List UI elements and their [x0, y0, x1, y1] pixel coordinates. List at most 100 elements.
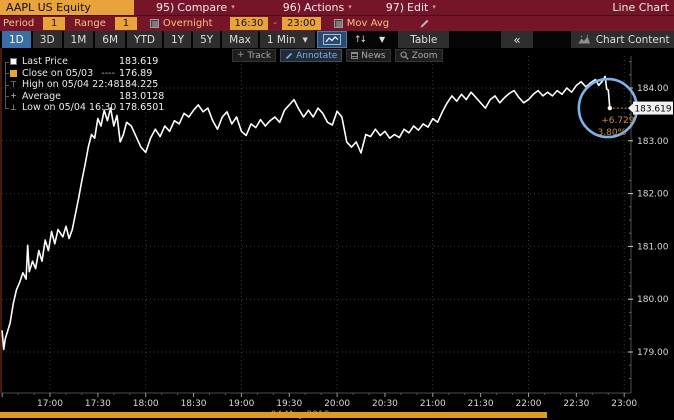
time-range-dash: - — [273, 18, 277, 29]
menu-label: Compare — [177, 1, 227, 14]
legend-label: High on 05/04 22:48 — [22, 80, 119, 90]
legend-value: 184.225 — [119, 80, 158, 90]
legend-value: 183.619 — [119, 57, 158, 67]
title-bar: AAPL US Equity 95) Compare ▾ 96) Actions… — [0, 0, 674, 15]
legend-row-average[interactable]: + Average 183.0128 — [3, 91, 164, 103]
zoom-label: Zoom — [412, 51, 438, 61]
y-axis-tick-label[interactable]: 183.00 — [637, 137, 669, 147]
legend-value: 176.89 — [119, 69, 152, 79]
legend-row-last-price[interactable]: Last Price 183.619 — [3, 56, 164, 68]
chart-panel: 17:00 17:30 18:00 18:30 19:00 19:30 20:00 20:30… — [0, 48, 674, 420]
annotate-label: Annotate — [296, 51, 337, 61]
end-time-input[interactable]: 23:00 — [282, 17, 321, 30]
y-axis-tick-label[interactable]: 180.00 — [637, 295, 669, 305]
menu-edit[interactable]: 97) Edit ▾ — [386, 1, 436, 14]
horizontal-scrollbar[interactable] — [0, 412, 547, 418]
chart-content-button[interactable]: Chart Content — [571, 31, 674, 48]
x-axis-tick-label[interactable]: 20:30 — [372, 399, 398, 409]
tab-range-5y[interactable]: 5Y — [193, 31, 220, 48]
x-axis-tick-label[interactable]: 22:30 — [563, 399, 589, 409]
news-button[interactable]: News — [346, 49, 390, 62]
bloomberg-chart-window: AAPL US Equity 95) Compare ▾ 96) Actions… — [0, 0, 674, 420]
x-axis-tick-label[interactable]: 20:00 — [324, 399, 350, 409]
tab-range-1y[interactable]: 1Y — [164, 31, 191, 48]
legend-label: Low on 05/04 16:30 — [22, 103, 119, 113]
news-label: News — [361, 51, 385, 61]
menu-number: 96) — [283, 1, 301, 14]
y-axis-tick-label[interactable]: 184.00 — [637, 84, 669, 94]
menu-actions[interactable]: 96) Actions ▾ — [283, 1, 352, 14]
dashed-line-style: ---- — [57, 69, 115, 79]
line-chart-icon — [323, 34, 341, 45]
x-axis-tick-label[interactable]: 18:30 — [181, 399, 207, 409]
axis-settings-button[interactable]: ↑↓ — [349, 31, 372, 48]
range-input[interactable]: 1 — [115, 17, 137, 30]
chart-toolbar: 1D 3D 1M 6M YTD 1Y 5Y Max 1 Min ▼ ↑↓ ▼ T… — [0, 31, 674, 48]
menu-number: 95) — [156, 1, 174, 14]
x-axis-tick-label[interactable]: 19:30 — [276, 399, 302, 409]
x-axis-tick-label[interactable]: 19:00 — [228, 399, 254, 409]
security-ticker[interactable]: AAPL US Equity — [0, 0, 134, 15]
menu-number: 97) — [386, 1, 404, 14]
x-axis-tick-label[interactable]: 17:30 — [85, 399, 111, 409]
parameter-bar: Period 1 Range 1 Overnight 16:30 - 23:00… — [0, 15, 674, 31]
legend-row-high[interactable]: ⊤ High on 05/04 22:48 184.225 — [3, 79, 164, 91]
last-price-value[interactable]: 183.619 — [634, 105, 671, 115]
legend-label: Average — [22, 92, 119, 102]
legend-row-low[interactable]: ⊥ Low on 05/04 16:30 178.6501 — [3, 102, 164, 114]
tab-range-1m[interactable]: 1M — [64, 31, 94, 48]
x-axis-tick-label[interactable]: 21:00 — [420, 399, 446, 409]
x-axis-tick-label[interactable]: 21:30 — [468, 399, 494, 409]
y-axis-tick-label[interactable]: 179.00 — [637, 348, 669, 358]
white-square-marker-icon — [10, 58, 17, 65]
movavg-checkbox[interactable] — [334, 19, 343, 28]
high-marker-icon: ⊤ — [10, 81, 17, 89]
tab-range-max[interactable]: Max — [222, 31, 258, 48]
chart-type-label: Line Chart — [612, 1, 674, 14]
legend-row-close[interactable]: Close on 05/03 ---- 176.89 — [3, 68, 164, 80]
chart-legend: Last Price 183.619 Close on 05/03 ---- 1… — [3, 56, 164, 114]
dropdown-arrow-icon: ▼ — [303, 36, 308, 44]
legend-value: 178.6501 — [119, 103, 164, 113]
table-button[interactable]: Table — [398, 31, 449, 48]
chevron-down-icon: ▾ — [348, 4, 352, 11]
chart-options-dropdown[interactable]: ▼ — [374, 31, 390, 48]
menu-compare[interactable]: 95) Compare ▾ — [156, 1, 235, 14]
tab-range-3d[interactable]: 3D — [33, 31, 62, 48]
chevron-down-icon: ▾ — [231, 4, 235, 11]
plus-icon: + — [237, 51, 245, 60]
annotation-percent-label: 3.80% — [598, 128, 627, 138]
last-price-dot — [608, 106, 612, 110]
panel-left-border — [0, 48, 2, 393]
period-input[interactable]: 1 — [43, 17, 65, 30]
legend-value: 183.0128 — [119, 92, 164, 102]
track-button[interactable]: + Track — [232, 49, 276, 62]
overnight-checkbox[interactable] — [150, 19, 159, 28]
mini-chart-icon — [578, 35, 591, 44]
average-marker-icon: + — [10, 92, 17, 100]
zoom-button[interactable]: Zoom — [395, 49, 443, 62]
pencil-icon[interactable] — [419, 18, 430, 29]
start-time-input[interactable]: 16:30 — [230, 17, 269, 30]
x-axis-tick-label[interactable]: 23:00 — [611, 399, 637, 409]
low-marker-icon: ⊥ — [10, 104, 17, 112]
tab-range-1d[interactable]: 1D — [2, 31, 31, 48]
chart-tools-toolbar: + Track Annotate News Zoom — [232, 49, 443, 62]
tab-range-6m[interactable]: 6M — [95, 31, 125, 48]
annotate-button[interactable]: Annotate — [280, 49, 342, 62]
y-axis-tick-label[interactable]: 181.00 — [637, 242, 669, 252]
dropdown-arrow-icon: ▼ — [379, 35, 385, 44]
interval-value: 1 Min — [267, 34, 296, 46]
collapse-panel-button[interactable]: « — [501, 31, 532, 48]
y-axis-tick-label[interactable]: 182.00 — [637, 190, 669, 200]
annotate-pencil-icon — [285, 52, 293, 60]
movavg-label: Mov Avg — [347, 18, 389, 29]
magnifier-icon — [400, 51, 409, 60]
interval-select[interactable]: 1 Min ▼ — [260, 31, 315, 48]
tab-range-ytd[interactable]: YTD — [127, 31, 162, 48]
track-label: Track — [248, 51, 272, 61]
x-axis-tick-label[interactable]: 17:00 — [37, 399, 63, 409]
x-axis-tick-label[interactable]: 18:00 — [133, 399, 159, 409]
line-chart-type-button[interactable] — [317, 31, 347, 48]
x-axis-tick-label[interactable]: 22:00 — [516, 399, 542, 409]
